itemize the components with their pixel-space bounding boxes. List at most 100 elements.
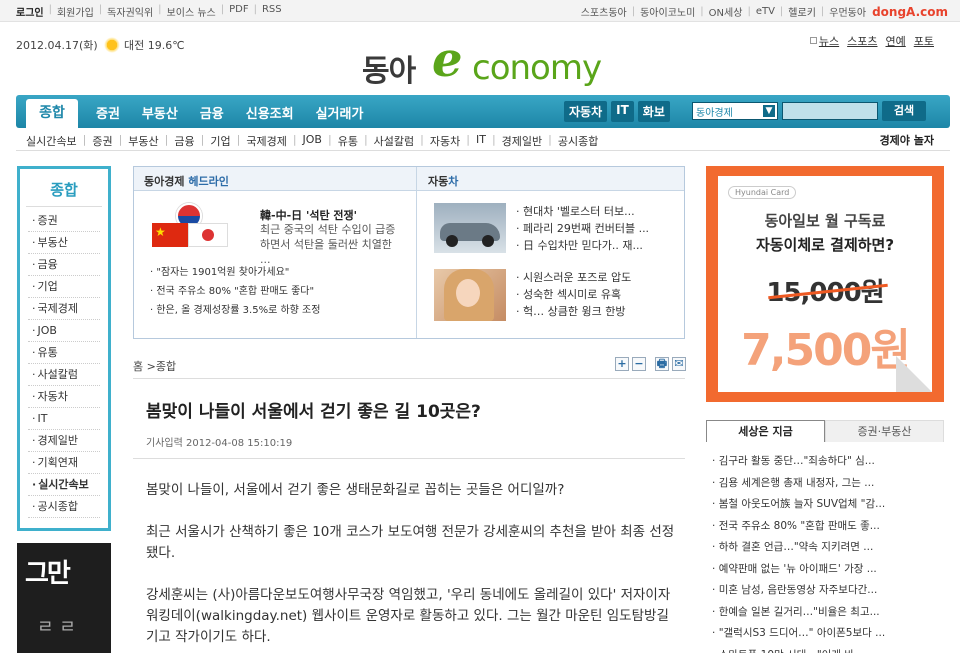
- left-banner-ad[interactable]: 그만 ㄹ ㄹ: [17, 543, 111, 653]
- subnav-item[interactable]: 자동차: [430, 133, 460, 149]
- sidebar-item[interactable]: 경제일반: [28, 430, 100, 452]
- section-news-link[interactable]: 뉴스: [809, 33, 839, 49]
- headline-item[interactable]: 한은, 올 경제성장률 3.5%로 하향 조정: [150, 301, 320, 320]
- subnav-item[interactable]: 증권: [92, 133, 112, 149]
- right-news-item[interactable]: 김용 세계은행 총재 내정자, 그는 ...: [712, 473, 944, 495]
- car-news-item[interactable]: 日 수입차만 믿다가.. 재...: [516, 237, 649, 254]
- subnav-item[interactable]: JOB: [303, 133, 322, 149]
- nav-tab-finance[interactable]: 금융: [200, 103, 224, 122]
- nav-tab-stocks[interactable]: 증권: [96, 103, 120, 122]
- article-paragraph: 봄맞이 나들이, 서울에서 걷기 좋은 생태문화길로 꼽히는 곳들은 어디일까?: [146, 482, 565, 498]
- sidebar-item[interactable]: 자동차: [28, 386, 100, 408]
- reader-rights-link[interactable]: 독자권익위: [107, 4, 153, 19]
- subnav-item[interactable]: 사설칼럼: [374, 133, 414, 149]
- sidebar-item[interactable]: 증권: [28, 210, 100, 232]
- section-entertainment-link[interactable]: 연예: [886, 33, 906, 49]
- subnav-item[interactable]: 경제일반: [502, 133, 542, 149]
- pdf-link[interactable]: PDF: [229, 4, 248, 19]
- font-decrease-button[interactable]: −: [632, 357, 646, 371]
- nav-pills: 자동차 IT 화보: [564, 101, 670, 122]
- sidebar-item-realtime[interactable]: 실시간속보: [28, 474, 100, 496]
- subnav-item[interactable]: IT: [476, 133, 486, 149]
- headline-divider: [416, 167, 417, 338]
- search-button[interactable]: 검색: [882, 101, 926, 121]
- sidebar-item[interactable]: 유통: [28, 342, 100, 364]
- login-link[interactable]: 로그인: [16, 4, 44, 19]
- search-input[interactable]: [782, 102, 878, 120]
- sports-donga-link[interactable]: 스포츠동아: [581, 4, 627, 19]
- car-thumbnail[interactable]: [434, 203, 506, 253]
- subnav-item[interactable]: 국제경제: [246, 133, 286, 149]
- photo-news-item[interactable]: 시원스러운 포즈로 압도: [516, 269, 631, 286]
- print-icon[interactable]: 🖶: [655, 357, 669, 371]
- right-news-item[interactable]: 봄철 아웃도어族 늘자 SUV업체 "감...: [712, 494, 944, 516]
- sidebar-item[interactable]: IT: [28, 408, 100, 430]
- tab-headline[interactable]: 동아경제 헤드라인: [144, 173, 229, 189]
- tab-world-now[interactable]: 세상은 지금: [706, 420, 825, 442]
- tab-cars[interactable]: 자동차: [428, 173, 458, 189]
- right-news-item[interactable]: 전국 주유소 80% "혼합 판매도 좋...: [712, 516, 944, 538]
- voice-news-link[interactable]: 보이스 뉴스: [167, 4, 216, 19]
- nav-tab-transactions[interactable]: 실거래가: [316, 103, 364, 122]
- flags-thumbnail[interactable]: ★: [152, 203, 228, 247]
- logo-e-letter: e: [432, 32, 463, 88]
- model-thumbnail[interactable]: [434, 269, 506, 321]
- nav-pill-cars[interactable]: 자동차: [564, 101, 608, 122]
- top-right-links: 스포츠동아 | 동아이코노미 | ON세상 | eTV | 헬로키 | 우먼동아 dong…: [580, 4, 948, 20]
- headline-item[interactable]: 전국 주유소 80% "혼합 판매도 좋다": [150, 282, 320, 301]
- subscription-ad[interactable]: Hyundai Card 동아일보 월 구독료 자동이체로 결제하면? 15,0…: [706, 166, 944, 402]
- right-news-item[interactable]: 하하 결혼 언급…"약속 지키려면 ...: [712, 537, 944, 559]
- banner-sub: ㄹ ㄹ: [37, 617, 76, 638]
- donga-economy-link[interactable]: 동아이코노미: [640, 4, 695, 19]
- on-world-link[interactable]: ON세상: [709, 4, 743, 19]
- donga-com-logo[interactable]: dongA.com: [872, 5, 948, 19]
- sidebar-item[interactable]: 기획연재: [28, 452, 100, 474]
- nav-tab-credit[interactable]: 신용조회: [246, 103, 294, 122]
- nav-pill-it[interactable]: IT: [611, 101, 634, 122]
- breadcrumb[interactable]: 홈 >종합: [133, 358, 176, 374]
- car-news-item[interactable]: 현대차 '벨로스터 터보...: [516, 203, 649, 220]
- tab-stocks-realestate[interactable]: 증권·부동산: [825, 420, 944, 442]
- nav-tab-general[interactable]: 종합: [26, 99, 78, 128]
- font-increase-button[interactable]: +: [615, 357, 629, 371]
- headline-item[interactable]: "잠자는 1901억원 찾아가세요": [150, 263, 320, 282]
- right-news-item[interactable]: 미혼 남성, 음란동영상 자주보다간...: [712, 580, 944, 602]
- sidebar-item[interactable]: 금융: [28, 254, 100, 276]
- etv-link[interactable]: eTV: [756, 6, 775, 17]
- photo-news-item[interactable]: 헉… 상큼한 윙크 한방: [516, 303, 631, 320]
- right-news-item[interactable]: 김구라 활동 중단…"죄송하다" 심...: [712, 451, 944, 473]
- search-scope-value: 동아경제: [696, 108, 733, 119]
- right-news-item[interactable]: 스마트폰 10만 시대…"이게 바...: [712, 645, 944, 653]
- subnav-item[interactable]: 공시종합: [558, 133, 598, 149]
- sidebar-item[interactable]: JOB: [28, 320, 100, 342]
- section-sports-link[interactable]: 스포츠: [847, 33, 877, 49]
- nav-pill-gallery[interactable]: 화보: [637, 101, 670, 122]
- right-news-item[interactable]: 예약판매 없는 '뉴 아이패드' 가장 ...: [712, 559, 944, 581]
- email-icon[interactable]: ✉: [672, 357, 686, 371]
- sidebar-item[interactable]: 기업: [28, 276, 100, 298]
- subnav-item[interactable]: 기업: [210, 133, 230, 149]
- subnav-item[interactable]: 유통: [338, 133, 358, 149]
- sidebar-item[interactable]: 공시종합: [28, 496, 100, 518]
- economy-fun-link[interactable]: 경제야 놀자: [880, 132, 934, 148]
- signup-link[interactable]: 회원가입: [57, 4, 94, 19]
- subnav-item[interactable]: 부동산: [128, 133, 158, 149]
- headline-main-title[interactable]: 韓-中-日 '석탄 전쟁': [260, 207, 357, 223]
- section-photo-link[interactable]: 포토: [914, 33, 934, 49]
- headline-main-desc[interactable]: 최근 중국의 석탄 수입이 급증하면서 석탄을 둘러싼 치열한 ...: [260, 222, 400, 267]
- sidebar-item[interactable]: 국제경제: [28, 298, 100, 320]
- right-news-item[interactable]: "갤럭시S3 드디어…" 아이폰5보다 ...: [712, 623, 944, 645]
- photo-news-item[interactable]: 성숙한 섹시미로 유혹: [516, 286, 631, 303]
- hellokey-link[interactable]: 헬로키: [788, 4, 816, 19]
- woman-donga-link[interactable]: 우먼동아: [829, 4, 866, 19]
- car-news-item[interactable]: 페라리 29번째 컨버터블 ...: [516, 220, 649, 237]
- rss-link[interactable]: RSS: [262, 4, 282, 19]
- site-logo[interactable]: 동아 e conomy: [362, 32, 612, 89]
- sidebar-item[interactable]: 사설칼럼: [28, 364, 100, 386]
- sidebar-item[interactable]: 부동산: [28, 232, 100, 254]
- subnav-item[interactable]: 실시간속보: [26, 133, 77, 149]
- right-news-item[interactable]: 한예슬 일본 길거리…"비율은 최고...: [712, 602, 944, 624]
- nav-tab-realestate[interactable]: 부동산: [142, 103, 178, 122]
- subnav-item[interactable]: 금융: [174, 133, 194, 149]
- search-scope-select[interactable]: 동아경제 ▼: [692, 102, 778, 120]
